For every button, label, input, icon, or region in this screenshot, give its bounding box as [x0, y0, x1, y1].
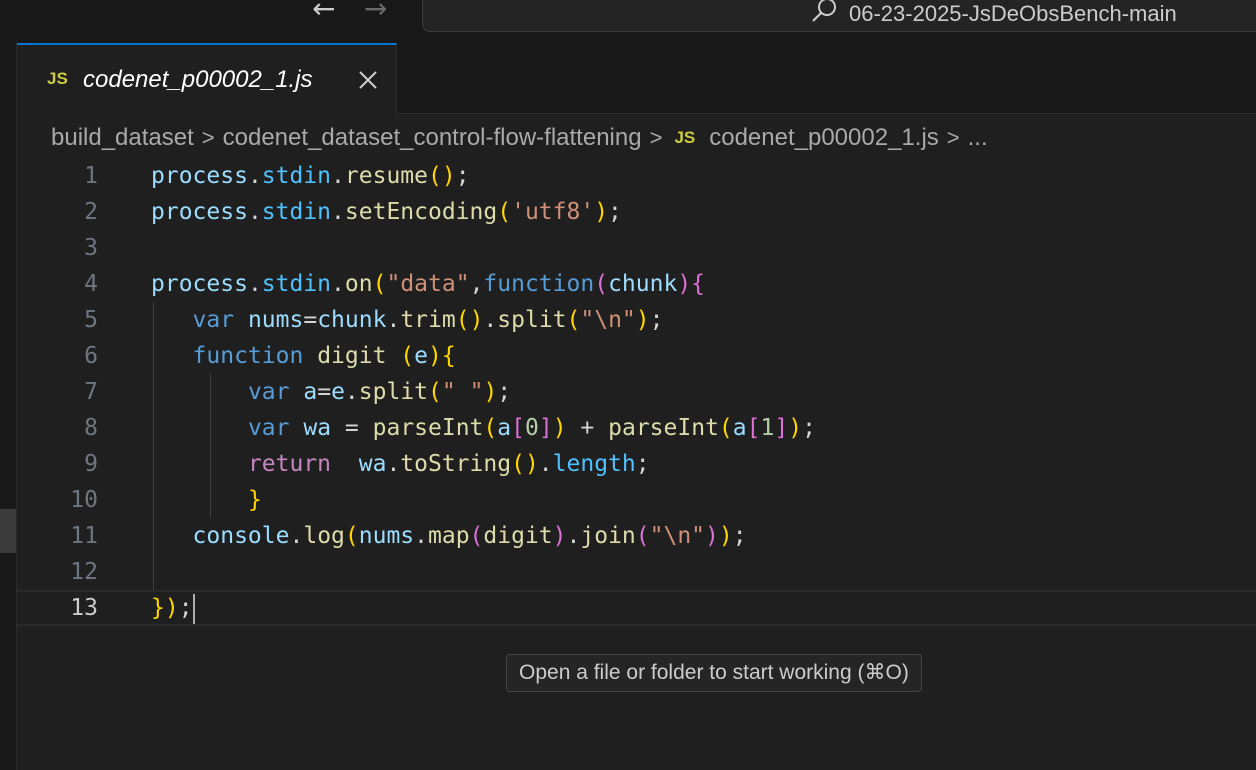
close-icon[interactable] [357, 69, 379, 91]
code-text[interactable]: } [151, 482, 262, 518]
code-line[interactable]: 4 process.stdin.on("data",function(chunk)… [17, 266, 1256, 302]
line-number: 11 [70, 523, 98, 549]
tooltip-open-file-hint: Open a file or folder to start working (… [506, 654, 922, 692]
line-number: 2 [84, 199, 98, 225]
code-line[interactable]: 10 } [17, 482, 1256, 518]
tab-bar: JS codenet_p00002_1.js [17, 43, 1256, 114]
activity-bar [0, 43, 17, 770]
activity-active-marker[interactable] [0, 509, 16, 553]
js-file-icon: JS [47, 69, 68, 88]
line-number: 9 [84, 451, 98, 477]
line-number: 10 [70, 487, 98, 513]
code-line[interactable]: 5 var nums=chunk.trim().split("\n"); [17, 302, 1256, 338]
code-line[interactable]: 6 function digit (e){ [17, 338, 1256, 374]
code-line[interactable]: 2 process.stdin.setEncoding('utf8'); [17, 194, 1256, 230]
text-cursor [192, 593, 195, 624]
tab-codenet-p00002-1[interactable]: JS codenet_p00002_1.js [17, 43, 397, 114]
code-line[interactable]: 8 var wa = parseInt(a[0]) + parseInt(a[1… [17, 410, 1256, 446]
line-number: 6 [84, 343, 98, 369]
line-number: 12 [70, 559, 98, 585]
code-text[interactable]: console.log(nums.map(digit).join("\n")); [151, 518, 747, 554]
command-center[interactable]: 06-23-2025-JsDeObsBench-main [422, 0, 1256, 32]
chevron-right-icon: > [946, 125, 960, 150]
line-number: 8 [84, 415, 98, 441]
code-line[interactable]: 9 return wa.toString().length; [17, 446, 1256, 482]
arrow-right-icon[interactable]: → [364, 0, 387, 24]
code-line[interactable]: 13}); [17, 590, 1256, 626]
breadcrumb: build_dataset > codenet_dataset_control-… [51, 122, 988, 154]
code-line[interactable]: 7 var a=e.split(" "); [17, 374, 1256, 410]
chevron-right-icon: > [201, 125, 215, 150]
code-text[interactable]: process.stdin.resume(); [151, 158, 470, 194]
line-number: 5 [84, 307, 98, 333]
breadcrumb-item-symbols[interactable]: ... [968, 124, 988, 152]
code-line[interactable]: 3 [17, 230, 1256, 266]
code-text[interactable]: var nums=chunk.trim().split("\n"); [151, 302, 664, 338]
code-text[interactable]: process.stdin.on("data",function(chunk){ [151, 266, 705, 302]
line-number: 13 [70, 595, 98, 621]
line-number: 1 [84, 163, 98, 189]
line-number: 7 [84, 379, 98, 405]
line-number: 4 [84, 271, 98, 297]
js-file-icon: JS [674, 128, 696, 147]
title-bar: ← → 06-23-2025-JsDeObsBench-main [0, 0, 1256, 44]
breadcrumb-item-folder[interactable]: codenet_dataset_control-flow-flattening [223, 124, 642, 152]
breadcrumb-item-build-dataset[interactable]: build_dataset [51, 124, 194, 152]
arrow-left-icon[interactable]: ← [312, 0, 335, 24]
code-text[interactable]: return wa.toString().length; [151, 446, 650, 482]
code-line[interactable]: 11 console.log(nums.map(digit).join("\n"… [17, 518, 1256, 554]
search-icon [812, 0, 836, 22]
code-line[interactable]: 12 [17, 554, 1256, 590]
code-line[interactable]: 1 process.stdin.resume(); [17, 158, 1256, 194]
line-number: 3 [84, 235, 98, 261]
tab-label[interactable]: codenet_p00002_1.js [83, 66, 313, 94]
code-text[interactable]: function digit (e){ [151, 338, 456, 374]
code-text[interactable]: var wa = parseInt(a[0]) + parseInt(a[1])… [151, 410, 816, 446]
breadcrumb-item-file[interactable]: codenet_p00002_1.js [709, 124, 939, 152]
code-text[interactable]: process.stdin.setEncoding('utf8'); [151, 194, 622, 230]
chevron-right-icon: > [649, 125, 663, 150]
workspace-title: 06-23-2025-JsDeObsBench-main [849, 1, 1177, 26]
code-text[interactable]: }); [151, 592, 195, 624]
code-text[interactable]: var a=e.split(" "); [151, 374, 511, 410]
